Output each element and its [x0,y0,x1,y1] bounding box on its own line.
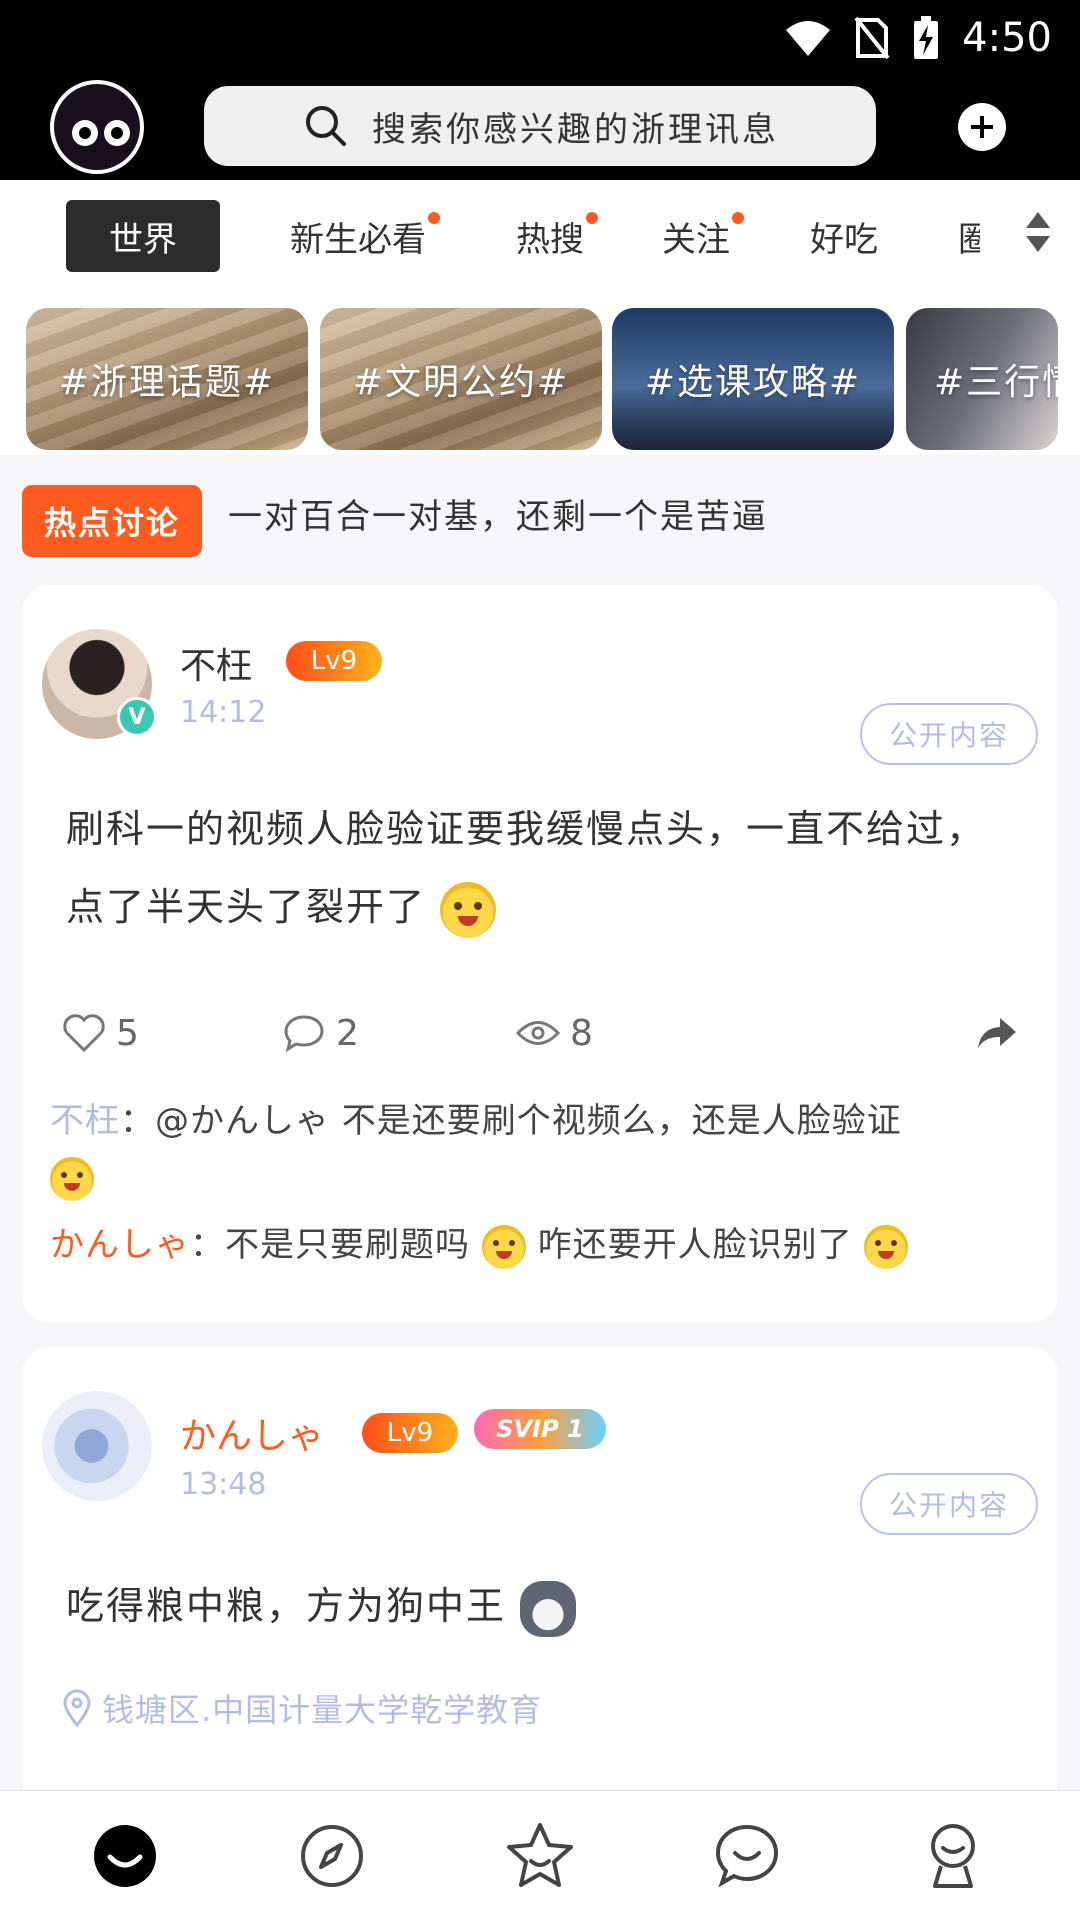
clock: 4:50 [962,15,1052,61]
profile-icon [931,1824,975,1888]
post-time: 13:48 [180,1467,267,1502]
post-card[interactable]: かんしゃ Lv9 SVIP 1 13:48 公开内容 吃得粮中粮，方为狗中王 钱… [22,1347,1058,1807]
nav-discover[interactable] [297,1821,367,1891]
unread-dot [428,212,440,224]
location-pin-icon [63,1689,91,1727]
crying-laugh-emoji-icon [440,881,497,938]
laughing-tears-emoji-icon [864,1224,909,1269]
post-username[interactable]: かんしゃ [180,1407,324,1459]
comment-item[interactable]: 不枉：@かんしゃ 不是还要刷个视频么，还是人脸验证 [50,1093,1018,1205]
plus-icon [971,116,993,138]
tab-world[interactable]: 世界 [66,200,220,272]
star-face-icon [507,1823,573,1887]
eye-icon [516,1021,560,1045]
crying-laugh-emoji-icon [50,1156,94,1201]
topic-card[interactable]: #三行情 [906,308,1058,450]
visibility-badge: 公开内容 [860,1473,1038,1535]
nav-profile[interactable] [918,1821,988,1891]
topic-card[interactable]: #文明公约# [320,308,602,450]
share-button[interactable] [976,1016,1018,1050]
logo-eye-right [104,120,130,146]
category-tabs: 世界 新生必看 热搜 关注 好吃 圈 [0,180,1080,290]
tab-sort-icon[interactable] [1024,210,1052,254]
post-username[interactable]: 不枉 [180,637,252,689]
unread-dot [732,212,744,224]
add-post-button[interactable] [958,103,1006,151]
nav-home[interactable] [90,1821,160,1891]
view-count: 8 [516,1013,593,1054]
compass-icon [301,1825,363,1887]
topic-card[interactable]: #浙理话题# [26,308,308,450]
comment-author[interactable]: かんしゃ [50,1225,190,1265]
wifi-icon [786,21,831,56]
hot-discussion[interactable]: 热点讨论 一对百合一对基，还剩一个是苦逼 [0,455,1080,575]
tab-circle[interactable]: 圈 [958,200,980,272]
topic-carousel: #浙理话题# #文明公约# #选课攻略# #三行情 [0,290,1080,455]
search-placeholder: 搜索你感兴趣的浙理讯息 [372,109,779,150]
status-bar: 4:50 [784,12,1052,64]
heart-icon [63,1014,105,1053]
comment-item[interactable]: かんしゃ：不是只要刷题吗 咋还要开人脸识别了 [50,1217,1018,1273]
home-face-icon [94,1825,156,1887]
unread-dot [586,212,598,224]
comment-button[interactable]: 2 [282,1013,359,1054]
nav-messages[interactable] [712,1821,782,1891]
confused-emoji-icon [481,1224,526,1269]
app-logo-button[interactable] [50,80,144,174]
top-bar: 4:50 搜索你感兴趣的浙理讯息 [0,0,1080,180]
post-location[interactable]: 钱塘区.中国计量大学乾学教育 [62,1685,542,1731]
tab-food[interactable]: 好吃 [810,200,878,272]
search-bar[interactable]: 搜索你感兴趣的浙理讯息 [204,86,876,166]
post-card[interactable]: V 不枉 Lv9 14:12 公开内容 刷科一的视频人脸验证要我缓慢点头，一直不… [22,585,1058,1323]
hot-badge: 热点讨论 [22,485,202,557]
level-badge: Lv9 [362,1413,458,1453]
husky-dog-emoji-icon [520,1580,577,1637]
search-icon [306,106,346,146]
like-button[interactable]: 5 [62,1013,139,1054]
topic-card[interactable]: #选课攻略# [612,308,894,450]
tab-following[interactable]: 关注 [662,200,744,272]
avatar[interactable] [42,1391,152,1501]
post-content: 刷科一的视频人脸验证要我缓慢点头，一直不给过，点了半天头了裂开了 [66,790,1018,946]
tab-freshman[interactable]: 新生必看 [290,200,440,272]
level-badge: Lv9 [286,641,382,681]
post-time: 14:12 [180,695,267,730]
post-actions: 5 2 8 [62,1003,1018,1063]
chat-smile-icon [715,1824,779,1888]
bottom-nav [0,1790,1080,1920]
post-content: 吃得粮中粮，方为狗中王 [66,1567,1018,1645]
hot-text: 一对百合一对基，还剩一个是苦逼 [228,497,768,537]
visibility-badge: 公开内容 [860,703,1038,765]
logo-eye-left [72,120,98,146]
comment-author[interactable]: 不枉 [50,1101,120,1141]
battery-charging-icon [914,16,939,59]
verified-badge: V [117,697,157,737]
tab-trending[interactable]: 热搜 [516,200,598,272]
no-sim-icon [854,16,890,60]
nav-favorites[interactable] [505,1821,575,1891]
svip-badge: SVIP 1 [474,1409,606,1449]
share-icon [978,1018,1016,1048]
comment-bubble-icon [284,1015,324,1053]
